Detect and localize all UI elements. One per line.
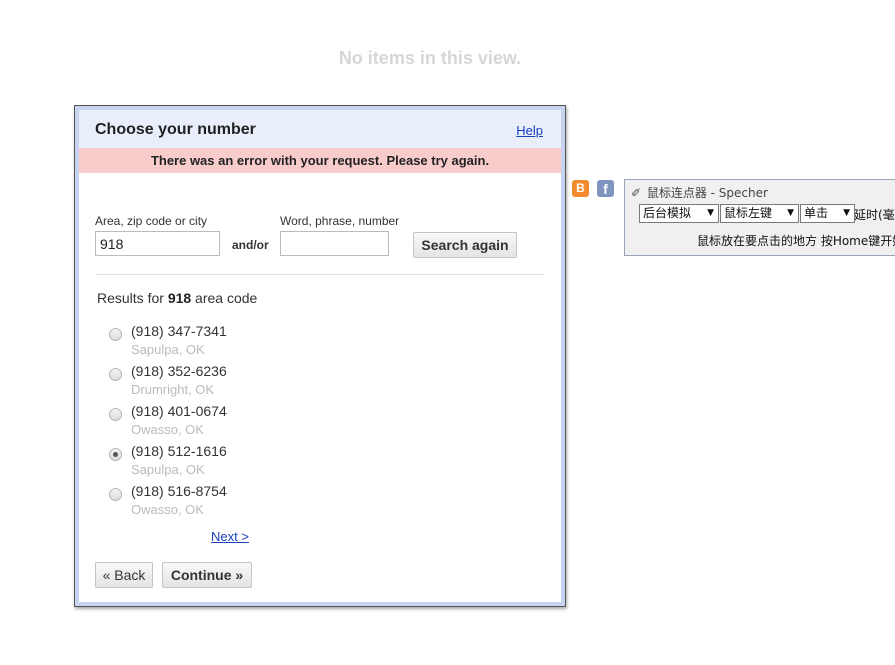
radio-button[interactable] [109, 368, 122, 381]
city-label: Drumright, OK [131, 382, 215, 397]
back-button[interactable]: « Back [95, 562, 153, 588]
city-label: Sapulpa, OK [131, 342, 205, 357]
divider [95, 274, 545, 275]
click-type-select[interactable]: 单击 ▼ [800, 204, 855, 223]
radio-button[interactable] [109, 408, 122, 421]
area-label: Area, zip code or city [95, 214, 208, 228]
mouse-button-select[interactable]: 鼠标左键 ▼ [720, 204, 799, 223]
city-label: Owasso, OK [131, 422, 204, 437]
results-header: Results for 918 area code [97, 290, 257, 306]
mode-select-value: 后台模拟 [643, 206, 692, 220]
radio-button-selected[interactable] [109, 448, 122, 461]
dialog-title: Choose your number [95, 121, 256, 138]
results-prefix: Results for [97, 290, 168, 306]
result-option[interactable]: (918) 516-8754 Owasso, OK [109, 483, 309, 521]
phone-number: (918) 352-6236 [131, 363, 227, 379]
hint-text: 鼠标放在要点击的地方 按Home键开始 [697, 234, 895, 248]
result-option[interactable]: (918) 347-7341 Sapulpa, OK [109, 323, 309, 361]
area-input[interactable] [95, 231, 220, 256]
click-type-select-value: 单击 [804, 206, 829, 220]
city-label: Sapulpa, OK [131, 462, 205, 477]
error-banner: There was an error with your request. Pl… [79, 148, 561, 173]
result-option[interactable]: (918) 401-0674 Owasso, OK [109, 403, 309, 441]
phone-number: (918) 516-8754 [131, 483, 227, 499]
continue-button[interactable]: Continue » [162, 562, 252, 588]
search-again-button[interactable]: Search again [413, 232, 517, 258]
phone-number: (918) 401-0674 [131, 403, 227, 419]
tool-window-title: ✐ 鼠标连点器 - Specher [631, 184, 768, 201]
word-label: Word, phrase, number [280, 214, 400, 228]
phone-number: (918) 347-7341 [131, 323, 227, 339]
dropdown-arrow-icon: ▼ [707, 208, 714, 218]
dialog-header: Choose your number Help [79, 110, 561, 148]
word-input[interactable] [280, 231, 389, 256]
dropdown-arrow-icon: ▼ [787, 208, 794, 218]
phone-number: (918) 512-1616 [131, 443, 227, 459]
andor-label: and/or [232, 238, 269, 252]
tool-window-title-text: 鼠标连点器 - Specher [646, 186, 768, 200]
radio-button[interactable] [109, 328, 122, 341]
delay-label: 延时(毫 [854, 208, 895, 222]
dropdown-arrow-icon: ▼ [843, 208, 850, 218]
mode-select[interactable]: 后台模拟 ▼ [639, 204, 719, 223]
results-code: 918 [167, 290, 192, 306]
results-suffix: area code [191, 290, 258, 306]
help-link[interactable]: Help [516, 123, 543, 138]
next-page-link[interactable]: Next > [211, 529, 249, 544]
result-option[interactable]: (918) 352-6236 Drumright, OK [109, 363, 309, 401]
facebook-icon[interactable]: f [597, 180, 614, 197]
mouse-button-select-value: 鼠标左键 [724, 206, 773, 220]
city-label: Owasso, OK [131, 502, 204, 517]
choose-number-dialog: Choose your number Help There was an err… [74, 105, 566, 607]
dialog-body: Choose your number Help There was an err… [79, 110, 561, 602]
autoclicker-window: ✐ 鼠标连点器 - Specher 后台模拟 ▼ 鼠标左键 ▼ 单击 ▼ 延时(毫 鼠… [624, 179, 895, 256]
mouse-icon: ✐ [631, 186, 642, 200]
blogger-icon[interactable]: B [572, 180, 589, 197]
result-option[interactable]: (918) 512-1616 Sapulpa, OK [109, 443, 309, 481]
radio-button[interactable] [109, 488, 122, 501]
empty-view-message: No items in this view. [338, 48, 522, 68]
